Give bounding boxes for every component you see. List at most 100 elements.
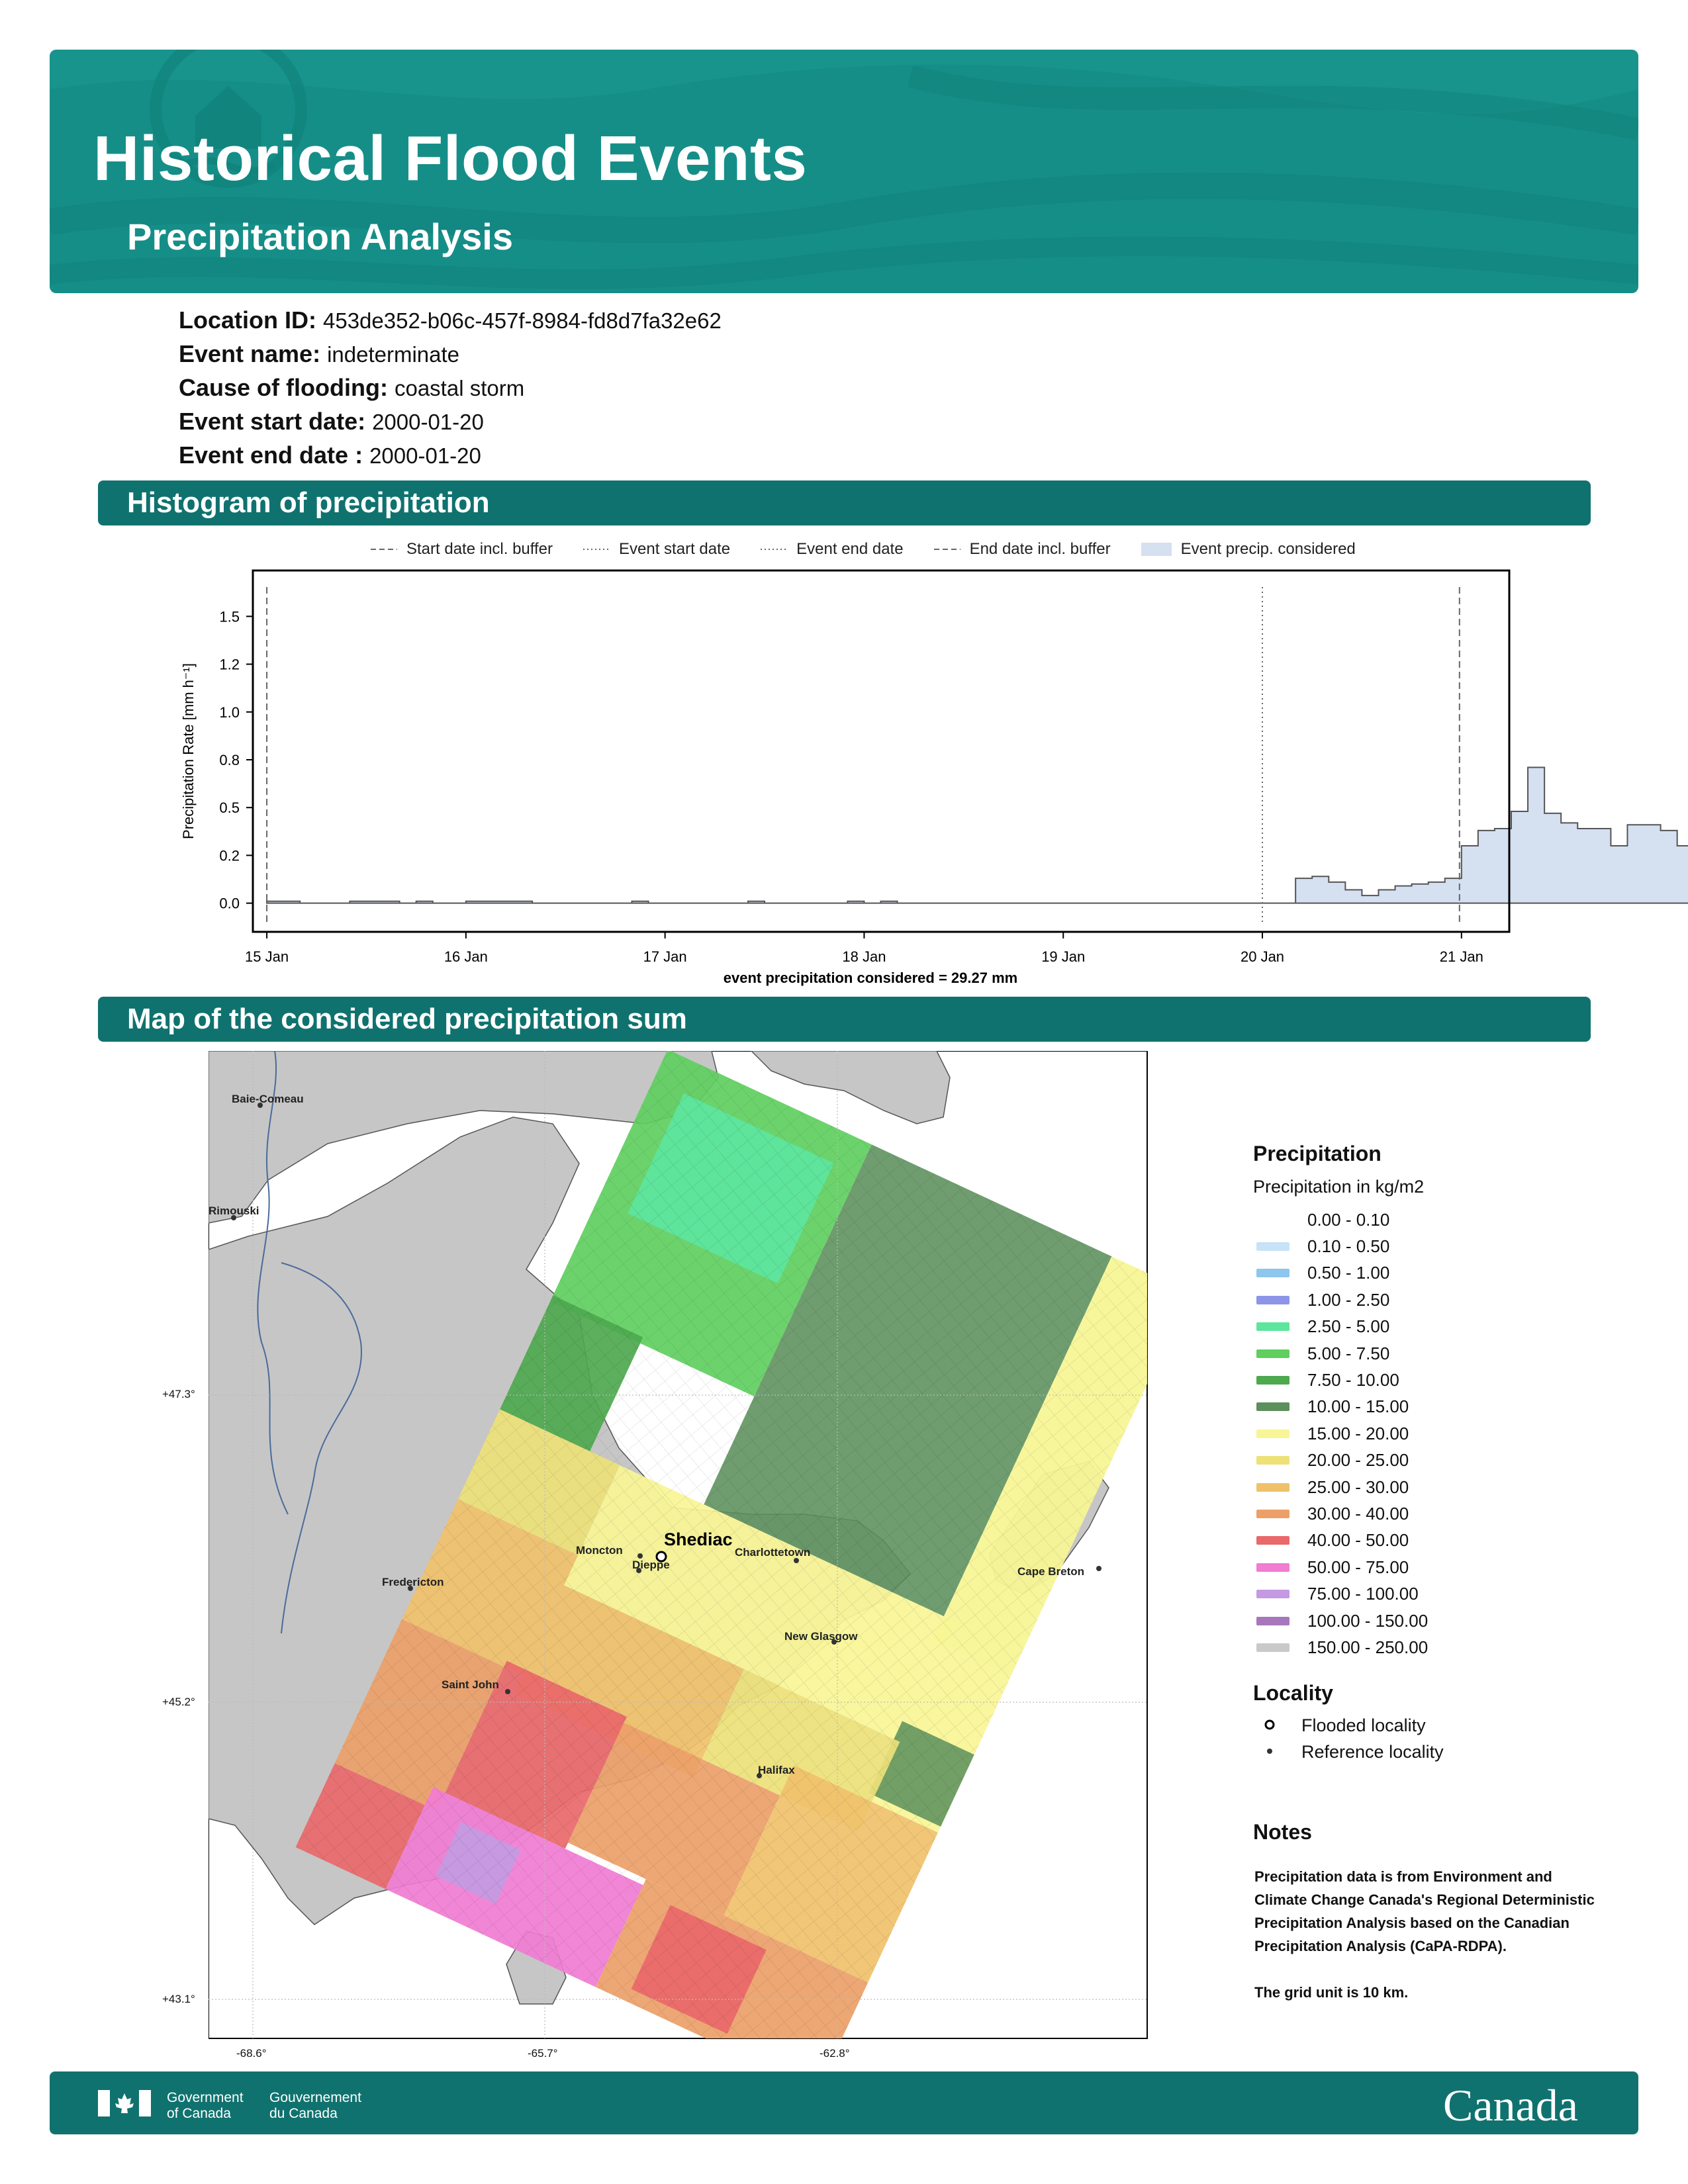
open-circle-icon [1264, 1719, 1275, 1730]
y-tick-label: 0.5 [219, 799, 240, 816]
notes-grid-unit: The grid unit is 10 km. [1254, 1984, 1409, 2001]
legend-swatch [1256, 1242, 1289, 1251]
legend-swatch [1256, 1295, 1289, 1304]
legend-title: Precipitation [1253, 1142, 1382, 1165]
legend-subtitle: Precipitation in kg/m2 [1253, 1177, 1425, 1197]
legend-bin: 0.10 - 0.50 [1253, 1233, 1624, 1259]
city-label: Rimouski [209, 1205, 259, 1217]
x-tick-label: 20 Jan [1241, 948, 1284, 965]
legend-bin-label: 100.00 - 150.00 [1307, 1610, 1429, 1631]
y-tick-label: 0.0 [219, 895, 240, 912]
gov-french: Gouvernement du Canada [269, 2090, 361, 2122]
legend-bin-label: 5.00 - 7.50 [1307, 1343, 1390, 1363]
legend-swatch [1256, 1269, 1289, 1278]
legend-swatch [1256, 1376, 1289, 1385]
lon-label: -68.6° [236, 2047, 267, 2060]
legend-swatch [1256, 1349, 1289, 1358]
legend-swatch [1256, 1322, 1289, 1332]
locality-title: Locality [1253, 1681, 1333, 1705]
legend-swatch [1256, 1456, 1289, 1465]
legend-swatch [1256, 1402, 1289, 1412]
legend-bin-label: 75.00 - 100.00 [1307, 1584, 1419, 1604]
legend-bin-label: 50.00 - 75.00 [1307, 1557, 1409, 1577]
legend-bin: 75.00 - 100.00 [1253, 1580, 1624, 1607]
legend-swatch [1256, 1482, 1289, 1492]
legend-bin-label: 0.10 - 0.50 [1307, 1236, 1390, 1257]
x-tick-label: 17 Jan [643, 948, 687, 965]
legend-bin-label: 150.00 - 250.00 [1307, 1637, 1429, 1657]
lat-label: +45.2° [162, 1696, 195, 1708]
legend-bin-label: 0.50 - 1.00 [1307, 1263, 1390, 1283]
canada-flag-icon [98, 2090, 151, 2116]
legend-bin: 15.00 - 20.00 [1253, 1420, 1624, 1447]
city-label: Halifax [758, 1764, 795, 1776]
city-label: Moncton [576, 1544, 623, 1557]
legend-bin: 40.00 - 50.00 [1253, 1527, 1624, 1554]
legend-bin-label: 30.00 - 40.00 [1307, 1503, 1409, 1524]
legend-bin: 30.00 - 40.00 [1253, 1500, 1624, 1527]
y-tick-label: 0.8 [219, 752, 240, 768]
lat-label: +43.1° [162, 1993, 195, 2005]
legend-bin-label: 15.00 - 20.00 [1307, 1423, 1409, 1443]
city-label: New Glasgow [784, 1630, 858, 1643]
legend-bin: 150.00 - 250.00 [1253, 1634, 1624, 1661]
gov-english: Government of Canada [167, 2090, 244, 2122]
lon-label: -62.8° [820, 2047, 850, 2060]
gov-english-line1: Government [167, 2090, 244, 2105]
city-label: Charlottetown [735, 1546, 810, 1559]
legend-bin: 0.00 - 0.10 [1253, 1206, 1624, 1233]
legend-swatch [1256, 1563, 1289, 1572]
y-axis-label: Precipitation Rate [mm h⁻¹] [180, 663, 197, 839]
legend-swatch [1256, 1536, 1289, 1545]
y-tick-label: 1.0 [219, 704, 240, 721]
precipitation-map: Baie-Comeau Rimouski Moncton Dieppe Char… [209, 1051, 1148, 2039]
precipitation-histogram: 0.0 0.2 0.5 0.8 1.0 1.2 1.5 15 Jan 16 Jan 17 Jan 1… [180, 569, 1688, 986]
legend-bin-label: 7.50 - 10.00 [1307, 1370, 1399, 1390]
y-tick-label: 1.5 [219, 608, 240, 625]
flooded-locality-label: Shediac [664, 1529, 733, 1549]
legend-bin: 7.50 - 10.00 [1253, 1367, 1624, 1393]
legend-bin: 25.00 - 30.00 [1253, 1474, 1624, 1500]
legend-bin-label: 25.00 - 30.00 [1307, 1477, 1409, 1497]
legend-swatch [1256, 1509, 1289, 1518]
map-section-header: Map of the considered precipitation sum [98, 997, 1591, 1042]
legend-swatch [1256, 1616, 1289, 1625]
legend-bins: 0.00 - 0.10 0.10 - 0.50 0.50 - 1.00 1.00 - … [1253, 1206, 1624, 1661]
legend-reference-label: Reference locality [1301, 1742, 1444, 1762]
legend-swatch [1256, 1643, 1289, 1652]
city-label: Cape Breton [1017, 1565, 1084, 1578]
legend-bin: 1.00 - 2.50 [1253, 1287, 1624, 1313]
lat-label: +47.3° [162, 1388, 195, 1400]
legend-bin-label: 10.00 - 15.00 [1307, 1396, 1409, 1417]
x-tick-label: 15 Jan [245, 948, 289, 965]
x-tick-label: 19 Jan [1041, 948, 1085, 965]
legend-bin: 50.00 - 75.00 [1253, 1554, 1624, 1580]
x-axis-label: event precipitation considered = 29.27 m… [724, 970, 1017, 986]
x-tick-label: 21 Jan [1440, 948, 1483, 965]
gov-french-line1: Gouvernement [269, 2090, 361, 2105]
legend-bin-label: 20.00 - 25.00 [1307, 1450, 1409, 1471]
legend-swatch [1256, 1590, 1289, 1599]
dot-icon [1267, 1749, 1272, 1754]
lon-label: -65.7° [528, 2047, 558, 2060]
legend-swatch [1256, 1215, 1289, 1224]
legend-bin: 5.00 - 7.50 [1253, 1340, 1624, 1367]
legend-bin-label: 2.50 - 5.00 [1307, 1316, 1390, 1337]
canada-wordmark: Canada [1443, 2080, 1578, 2130]
gov-english-line2: of Canada [167, 2106, 231, 2121]
legend-bin: 2.50 - 5.00 [1253, 1314, 1624, 1340]
legend-reference-locality: Reference locality [1264, 1742, 1444, 1762]
x-tick-label: 18 Jan [842, 948, 886, 965]
map-legend: Precipitation Precipitation in kg/m2 0.0… [1253, 1142, 1624, 1661]
city-label: Baie-Comeau [232, 1093, 304, 1105]
city-label: Fredericton [382, 1576, 444, 1588]
legend-bin: 20.00 - 25.00 [1253, 1447, 1624, 1474]
legend-bin: 0.50 - 1.00 [1253, 1260, 1624, 1287]
legend-bin: 100.00 - 150.00 [1253, 1608, 1624, 1634]
legend-flooded-locality: Flooded locality [1264, 1715, 1426, 1736]
legend-bin-label: 1.00 - 2.50 [1307, 1289, 1390, 1310]
y-tick-label: 0.2 [219, 847, 240, 864]
notes-title: Notes [1253, 1820, 1312, 1844]
histogram-axes: 0.0 0.2 0.5 0.8 1.0 1.2 1.5 15 Jan 16 Jan 17 Jan 1… [219, 608, 1483, 965]
precip-area-series [266, 766, 1688, 904]
